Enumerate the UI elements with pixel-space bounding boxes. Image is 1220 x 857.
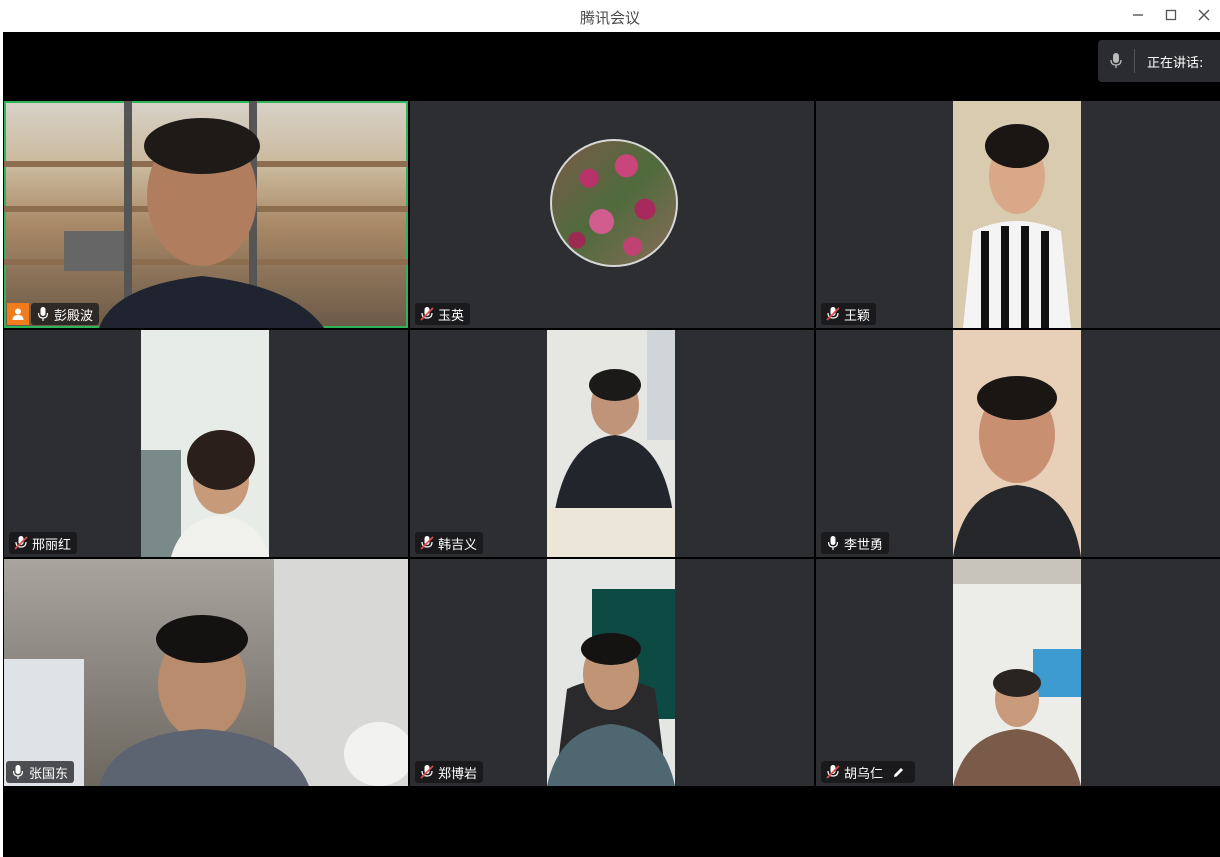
minimize-icon[interactable] <box>1126 4 1150 26</box>
name-tag: 邢丽红 <box>9 532 78 554</box>
participant-tile[interactable]: 邢丽红 <box>4 330 408 557</box>
name-tag: 李世勇 <box>821 532 890 554</box>
name-tag: 张国东 <box>6 761 75 783</box>
video-feed <box>953 101 1081 328</box>
bottom-bar <box>3 788 1220 857</box>
mic-muted-icon <box>824 305 842 323</box>
mic-muted-icon <box>418 305 436 323</box>
participant-name: 韩吉义 <box>438 537 478 553</box>
video-feed <box>547 559 675 786</box>
participant-tile[interactable]: 郑博岩 <box>410 559 814 786</box>
participant-name: 彭殿波 <box>54 308 94 324</box>
video-feed <box>953 559 1081 786</box>
window-title: 腾讯会议 <box>579 9 640 27</box>
mic-icon <box>34 305 52 323</box>
participant-tile[interactable]: 玉英 <box>410 101 814 328</box>
participant-name: 李世勇 <box>844 537 884 553</box>
video-feed <box>953 330 1081 557</box>
participant-tile[interactable]: 胡乌仁 <box>816 559 1220 786</box>
video-feed <box>4 559 408 786</box>
participant-name: 邢丽红 <box>32 537 72 553</box>
speaking-indicator: 正在讲话: <box>1098 40 1220 82</box>
speaking-label: 正在讲话: <box>1147 55 1204 71</box>
name-tag: 王颖 <box>821 303 877 325</box>
mic-icon <box>824 534 842 552</box>
participant-name: 胡乌仁 <box>844 766 884 782</box>
title-bar: 腾讯会议 <box>0 0 1220 32</box>
name-tag: 胡乌仁 <box>821 761 916 783</box>
name-tag: 郑博岩 <box>415 761 484 783</box>
top-strip <box>3 32 1220 100</box>
mic-icon <box>9 763 27 781</box>
close-icon[interactable] <box>1192 4 1216 26</box>
participant-name: 玉英 <box>438 308 465 324</box>
name-tag: 玉英 <box>415 303 471 325</box>
participant-tile[interactable]: 张国东 <box>4 559 408 786</box>
video-feed <box>547 330 675 557</box>
participant-tile[interactable]: 彭殿波 <box>4 101 408 328</box>
host-icon <box>7 303 29 325</box>
participant-name: 王颖 <box>844 308 871 324</box>
participant-name: 张国东 <box>29 766 69 782</box>
participant-tile[interactable]: 王颖 <box>816 101 1220 328</box>
mic-icon <box>1098 53 1134 69</box>
maximize-icon[interactable] <box>1159 4 1183 26</box>
name-tag: 彭殿波 <box>31 303 100 325</box>
video-feed <box>4 101 408 328</box>
mic-muted-icon <box>12 534 30 552</box>
mic-muted-icon <box>418 763 436 781</box>
name-tag: 韩吉义 <box>415 532 484 554</box>
participant-tile[interactable]: 韩吉义 <box>410 330 814 557</box>
participant-name: 郑博岩 <box>438 766 478 782</box>
participant-tile[interactable]: 李世勇 <box>816 330 1220 557</box>
video-grid: 彭殿波 玉英 王颖 邢丽红 韩吉义 李世勇 张国东 郑博岩 胡乌仁 <box>3 100 1220 788</box>
video-feed <box>141 330 269 557</box>
mic-muted-icon <box>824 763 842 781</box>
mic-muted-icon <box>418 534 436 552</box>
avatar <box>550 139 678 267</box>
pencil-icon <box>889 763 907 781</box>
